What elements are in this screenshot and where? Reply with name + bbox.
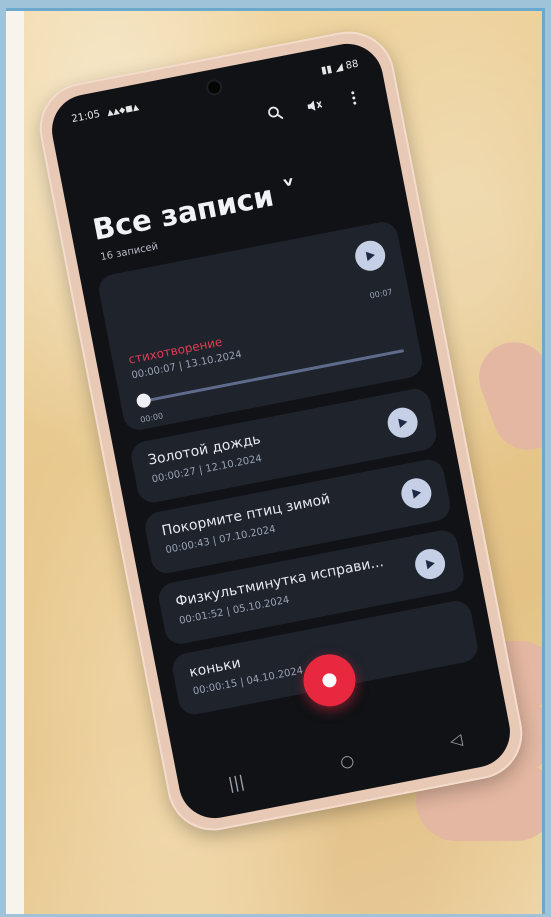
play-icon (411, 489, 422, 499)
left-border-strip (6, 11, 24, 914)
app-bar (262, 85, 366, 126)
thumb (469, 332, 542, 460)
page-title[interactable]: Все записи ˅ (90, 174, 301, 247)
play-button[interactable] (385, 405, 421, 441)
waveform-icon[interactable] (302, 93, 328, 119)
more-vert-icon[interactable] (341, 85, 367, 111)
play-button[interactable] (412, 546, 448, 582)
status-indicators: ▮▮ ◢ 88 (320, 58, 360, 77)
duration-label: 00:07 (368, 287, 394, 301)
play-icon (398, 418, 408, 429)
recording-name: коньки (187, 655, 243, 681)
recent-apps-icon[interactable]: ||| (227, 772, 247, 794)
play-icon (365, 251, 375, 262)
slider-track (142, 349, 405, 403)
home-icon[interactable]: ○ (338, 750, 355, 771)
back-icon[interactable]: ◁ (448, 729, 464, 750)
play-icon (425, 559, 435, 570)
photo-frame: 21:05 ▲▲◆■▲ ▮▮ ◢ 88 Все записи ˅ 16 запи… (6, 8, 545, 914)
position-label: 00:00 (139, 411, 164, 425)
status-time: 21:05 (70, 108, 102, 125)
slider-thumb[interactable] (135, 392, 152, 409)
play-button[interactable] (352, 238, 388, 274)
search-icon[interactable] (262, 100, 288, 126)
notification-icons: ▲▲◆■▲ (106, 101, 140, 117)
play-button[interactable] (398, 475, 434, 511)
record-icon (321, 672, 338, 689)
